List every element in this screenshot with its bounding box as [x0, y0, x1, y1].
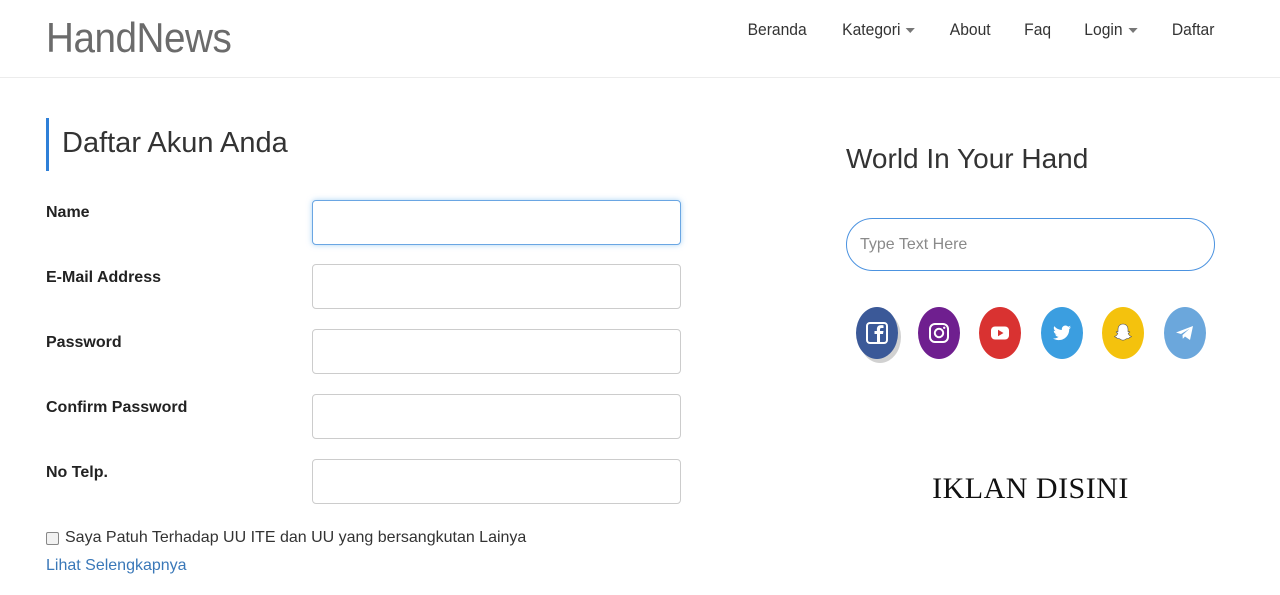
nav-login-label: Login: [1084, 20, 1123, 39]
name-label: Name: [46, 204, 90, 221]
terms-row: Saya Patuh Terhadap UU ITE dan UU yang b…: [46, 529, 526, 547]
nav-daftar-label: Daftar: [1171, 20, 1215, 39]
phone-input[interactable]: [312, 459, 681, 504]
ad-placeholder: IKLAN DISINI: [932, 472, 1129, 505]
terms-checkbox[interactable]: [46, 531, 59, 545]
brand-logo[interactable]: HandNews: [46, 14, 232, 62]
name-input[interactable]: [312, 200, 681, 245]
nav-faq[interactable]: Faq: [1024, 20, 1051, 40]
sidebar-title: World In Your Hand: [846, 143, 1089, 174]
password-label: Password: [46, 334, 122, 351]
phone-label: No Telp.: [46, 464, 108, 481]
nav-kategori-label: Kategori: [842, 20, 901, 39]
email-label: E-Mail Address: [46, 269, 161, 286]
nav-kategori-dropdown[interactable]: Kategori: [842, 20, 916, 40]
sidebar-search-input[interactable]: [846, 218, 1215, 271]
nav-beranda-label: Beranda: [747, 20, 807, 39]
confirm-password-label: Confirm Password: [46, 399, 188, 416]
nav-about[interactable]: About: [950, 20, 991, 40]
page-title: Daftar Akun Anda: [46, 118, 288, 171]
email-input[interactable]: [312, 264, 681, 309]
nav-about-label: About: [950, 20, 992, 39]
main-nav: Beranda Kategori About Faq Login Daftar: [715, 20, 1216, 40]
see-more-link[interactable]: Lihat Selengkapnya: [46, 557, 187, 575]
navbar: HandNews Beranda Kategori About Faq Logi…: [0, 0, 1280, 78]
confirm-password-input[interactable]: [312, 394, 681, 439]
facebook-icon[interactable]: [856, 307, 898, 359]
telegram-icon[interactable]: [1163, 307, 1206, 359]
snapchat-icon[interactable]: [1102, 307, 1144, 359]
terms-label: Saya Patuh Terhadap UU ITE dan UU yang b…: [65, 529, 527, 546]
nav-faq-label: Faq: [1023, 20, 1051, 39]
social-links: [856, 307, 1225, 359]
caret-down-icon: [1128, 27, 1138, 33]
youtube-icon[interactable]: [979, 307, 1021, 359]
nav-beranda[interactable]: Beranda: [747, 20, 806, 40]
nav-daftar[interactable]: Daftar: [1172, 20, 1215, 40]
twitter-icon[interactable]: [1040, 307, 1083, 359]
caret-down-icon: [905, 27, 916, 33]
instagram-icon[interactable]: [917, 307, 960, 359]
password-input[interactable]: [312, 329, 681, 374]
nav-login-dropdown[interactable]: Login: [1084, 20, 1138, 40]
